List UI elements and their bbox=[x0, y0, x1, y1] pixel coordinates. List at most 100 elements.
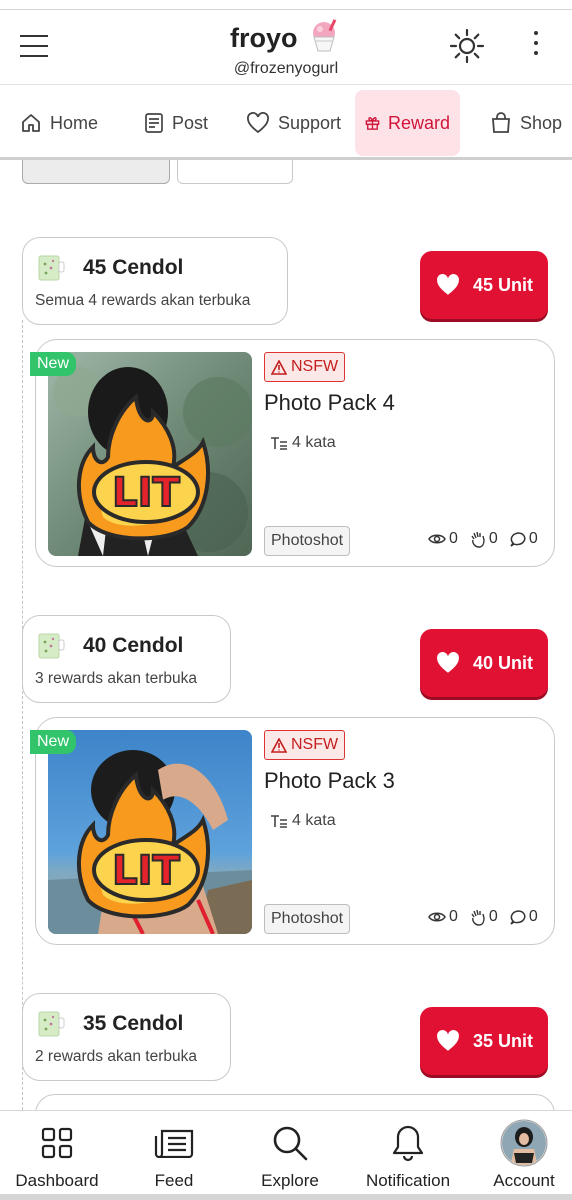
comment-icon bbox=[510, 910, 526, 925]
clap-count-value: 0 bbox=[488, 530, 498, 547]
nav-label: Account bbox=[493, 1171, 555, 1190]
reward-stats: 0 0 0 bbox=[428, 908, 550, 926]
word-count-label: 4 kata bbox=[292, 812, 336, 829]
word-count: 4 kata bbox=[270, 812, 336, 830]
sticker-text: LIT bbox=[112, 848, 180, 894]
button-label: 35 Unit bbox=[472, 1030, 533, 1051]
heart-icon bbox=[437, 1030, 459, 1051]
tier-description: 2 rewards akan terbuka bbox=[35, 1048, 197, 1065]
warning-icon bbox=[271, 737, 287, 753]
eye-icon bbox=[428, 912, 446, 922]
tier-header: 35 Cendol 2 rewards akan terbuka bbox=[22, 993, 231, 1081]
tab-support[interactable]: Support bbox=[246, 90, 341, 156]
more-options-icon[interactable] bbox=[528, 31, 544, 61]
category-tag[interactable]: Photoshot bbox=[264, 904, 351, 934]
tab-home[interactable]: Home bbox=[20, 90, 98, 156]
app-screen: froyo @frozenyogurl Home Post Support Re… bbox=[0, 0, 572, 1200]
heart-icon bbox=[437, 652, 459, 673]
nsfw-badge: NSFW bbox=[264, 352, 346, 382]
tab-label: Support bbox=[278, 112, 342, 133]
status-strip bbox=[0, 0, 572, 10]
reward-title[interactable]: Photo Pack 4 bbox=[264, 390, 395, 416]
profile-brand: froyo @frozenyogurl bbox=[200, 19, 372, 78]
comment-count-value: 0 bbox=[528, 908, 538, 925]
theme-toggle-sun-icon[interactable] bbox=[448, 27, 486, 70]
menu-icon[interactable] bbox=[20, 35, 48, 57]
new-badge: New bbox=[30, 352, 77, 376]
warning-icon bbox=[271, 359, 287, 375]
clap-count: 0 bbox=[470, 530, 498, 548]
new-badge: New bbox=[30, 730, 77, 754]
view-count: 0 bbox=[428, 530, 458, 548]
clap-count: 0 bbox=[470, 908, 498, 926]
nsfw-badge: NSFW bbox=[264, 730, 346, 760]
nav-dashboard[interactable]: Dashboard bbox=[12, 1111, 102, 1200]
word-count-label: 4 kata bbox=[292, 434, 336, 451]
button-label: 40 Unit bbox=[472, 652, 533, 673]
view-count: 0 bbox=[428, 908, 458, 926]
button-label: 45 Unit bbox=[472, 274, 533, 295]
comment-count: 0 bbox=[510, 530, 538, 548]
comment-count-value: 0 bbox=[528, 530, 538, 547]
heart-icon bbox=[247, 112, 269, 134]
tier-description: Semua 4 rewards akan terbuka bbox=[35, 292, 251, 309]
app-header: froyo @frozenyogurl bbox=[0, 11, 572, 85]
bottom-navigation: Dashboard Feed Explore Notification Acco… bbox=[0, 1110, 572, 1200]
tab-label: Home bbox=[50, 112, 99, 133]
tier-name: 40 Cendol bbox=[83, 634, 184, 657]
home-icon bbox=[22, 114, 40, 132]
tab-shop[interactable]: Shop bbox=[490, 90, 562, 156]
reward-card[interactable]: New LIT bbox=[30, 339, 555, 567]
reward-thumbnail[interactable]: LIT bbox=[48, 730, 252, 934]
nav-label: Dashboard bbox=[15, 1171, 99, 1190]
profile-name: froyo bbox=[230, 23, 298, 53]
text-lines-icon bbox=[271, 437, 287, 450]
reward-stats: 0 0 0 bbox=[428, 530, 550, 548]
category-filter bbox=[0, 160, 572, 186]
clap-count-value: 0 bbox=[488, 908, 498, 925]
word-count: 4 kata bbox=[270, 434, 336, 452]
nav-label: Feed bbox=[154, 1171, 194, 1190]
sticker-text: LIT bbox=[112, 470, 180, 516]
cendol-icon bbox=[37, 630, 65, 660]
nav-explore[interactable]: Explore bbox=[250, 1111, 330, 1200]
reward-thumbnail[interactable]: LIT bbox=[48, 352, 252, 556]
shopping-bag-icon bbox=[492, 112, 510, 133]
tier-header: 40 Cendol 3 rewards akan terbuka bbox=[22, 615, 231, 703]
reward-title[interactable]: Photo Pack 3 bbox=[264, 768, 395, 794]
tab-label: Shop bbox=[520, 112, 563, 133]
tab-post[interactable]: Post bbox=[144, 90, 208, 156]
tab-reward[interactable]: Reward bbox=[355, 90, 460, 156]
nav-label: Explore bbox=[261, 1171, 319, 1190]
profile-handle: @frozenyogurl bbox=[233, 60, 339, 77]
comment-count: 0 bbox=[510, 908, 538, 926]
view-count-value: 0 bbox=[449, 530, 458, 547]
tab-label: Post bbox=[172, 112, 209, 133]
heart-icon bbox=[437, 274, 459, 295]
tab-label: Reward bbox=[387, 112, 450, 133]
clap-hand-icon bbox=[471, 909, 485, 926]
nav-account[interactable]: Account bbox=[484, 1111, 564, 1200]
support-35-unit-button[interactable]: 35 Unit bbox=[420, 1007, 548, 1075]
nav-notification[interactable]: Notification bbox=[358, 1111, 458, 1200]
dashboard-icon bbox=[41, 1127, 73, 1159]
nav-feed[interactable]: Feed bbox=[134, 1111, 214, 1200]
comment-icon bbox=[510, 532, 526, 547]
cendol-icon bbox=[37, 1008, 65, 1038]
shaved-ice-icon bbox=[308, 19, 342, 58]
text-lines-icon bbox=[271, 815, 287, 828]
profile-tabs: Home Post Support Reward Shop bbox=[0, 86, 572, 160]
reward-card[interactable]: New LIT bbox=[30, 717, 555, 945]
avatar bbox=[500, 1119, 548, 1167]
bell-icon bbox=[392, 1125, 424, 1162]
tier-description: 3 rewards akan terbuka bbox=[35, 670, 197, 687]
system-gesture-bar bbox=[0, 1194, 572, 1200]
nsfw-label: NSFW bbox=[291, 358, 339, 375]
support-45-unit-button[interactable]: 45 Unit bbox=[420, 251, 548, 319]
support-40-unit-button[interactable]: 40 Unit bbox=[420, 629, 548, 697]
category-chip-photoshot[interactable] bbox=[177, 160, 293, 184]
cendol-icon bbox=[37, 252, 65, 282]
eye-icon bbox=[428, 534, 446, 544]
category-tag[interactable]: Photoshot bbox=[264, 526, 351, 556]
category-chip-all[interactable] bbox=[22, 160, 170, 184]
